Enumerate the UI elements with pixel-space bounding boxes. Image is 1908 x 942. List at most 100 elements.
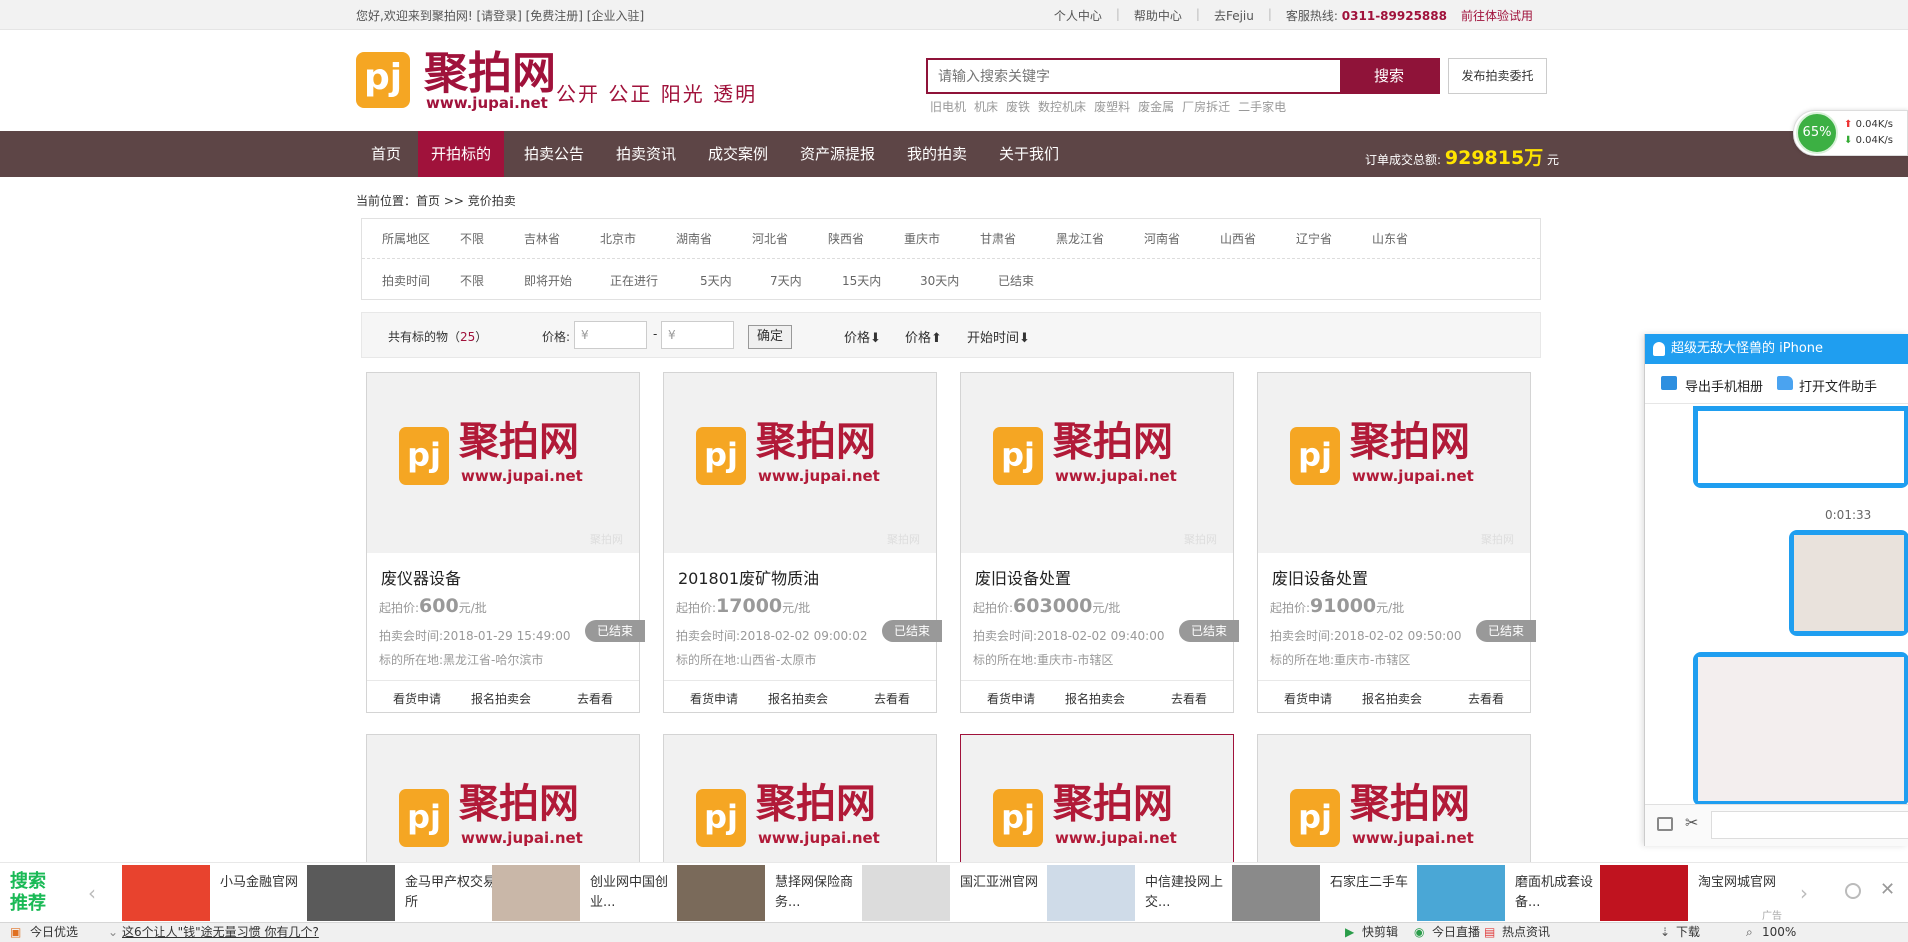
lot-title[interactable]: 废旧设备处置 bbox=[975, 565, 1071, 589]
welcome-text[interactable]: 您好,欢迎来到聚拍网! [请登录] [免费注册] [企业入驻] bbox=[356, 7, 644, 24]
time-option[interactable]: 7天内 bbox=[770, 272, 802, 289]
region-option[interactable]: 不限 bbox=[460, 230, 484, 247]
screenshot-message[interactable] bbox=[1693, 652, 1908, 806]
gear-icon[interactable] bbox=[1845, 883, 1861, 899]
register-auction-link[interactable]: 报名拍卖会 bbox=[1362, 690, 1422, 707]
lot-image[interactable]: pj 聚拍网 www.jupai.net 聚拍网 bbox=[1258, 373, 1530, 553]
region-option[interactable]: 河北省 bbox=[752, 230, 788, 247]
nav-cases[interactable]: 成交案例 bbox=[695, 131, 781, 177]
lot-card[interactable]: pj 聚拍网 www.jupai.net bbox=[366, 734, 640, 915]
logo-name[interactable]: 聚拍网 bbox=[424, 50, 556, 98]
lot-card[interactable]: pj 聚拍网 www.jupai.net bbox=[1257, 734, 1531, 915]
region-option[interactable]: 重庆市 bbox=[904, 230, 940, 247]
register-auction-link[interactable]: 报名拍卖会 bbox=[1065, 690, 1125, 707]
message-input[interactable] bbox=[1711, 811, 1908, 839]
price-max-input[interactable]: ¥ bbox=[661, 321, 734, 349]
chevron-right-icon[interactable]: › bbox=[1800, 881, 1808, 905]
search-input[interactable] bbox=[928, 60, 1338, 92]
go-see-link[interactable]: 去看看 bbox=[874, 690, 910, 707]
lot-card[interactable]: pj 聚拍网 www.jupai.net 聚拍网 201801废矿物质油 起拍价… bbox=[663, 372, 942, 713]
hotword[interactable]: 二手家电 bbox=[1238, 98, 1286, 115]
lot-image[interactable]: pj 聚拍网 www.jupai.net 聚拍网 bbox=[664, 373, 936, 553]
hotword[interactable]: 机床 bbox=[974, 98, 998, 115]
screenshot-message[interactable] bbox=[1789, 530, 1908, 636]
hot-news-button[interactable]: 热点资讯 bbox=[1502, 923, 1550, 942]
region-option[interactable]: 甘肃省 bbox=[980, 230, 1016, 247]
nav-my-auctions[interactable]: 我的拍卖 bbox=[894, 131, 980, 177]
nav-open-lots[interactable]: 开拍标的 bbox=[418, 131, 505, 177]
time-option[interactable]: 不限 bbox=[460, 272, 484, 289]
link-personal-center[interactable]: 个人中心 bbox=[1054, 7, 1102, 24]
lot-card[interactable]: pj 聚拍网 www.jupai.net 聚拍网 废旧设备处置 起拍价:6030… bbox=[960, 372, 1239, 713]
lot-card[interactable]: pj 聚拍网 www.jupai.net bbox=[960, 734, 1234, 915]
region-option[interactable]: 北京市 bbox=[600, 230, 636, 247]
lot-card[interactable]: pj 聚拍网 www.jupai.net 聚拍网 废仪器设备 起拍价:600元/… bbox=[366, 372, 645, 713]
view-goods-link[interactable]: 看货申请 bbox=[1284, 690, 1332, 707]
register-auction-link[interactable]: 报名拍卖会 bbox=[768, 690, 828, 707]
view-goods-link[interactable]: 看货申请 bbox=[987, 690, 1035, 707]
scissors-icon[interactable]: ✂ bbox=[1685, 813, 1698, 832]
nav-home[interactable]: 首页 bbox=[358, 131, 414, 177]
time-option[interactable]: 已结束 bbox=[998, 272, 1034, 289]
region-option[interactable]: 陕西省 bbox=[828, 230, 864, 247]
lot-image[interactable]: pj 聚拍网 www.jupai.net 聚拍网 bbox=[961, 373, 1233, 553]
sort-price-asc[interactable]: 价格⬆ bbox=[905, 327, 942, 346]
link-fejiu[interactable]: 去Fejiu bbox=[1214, 7, 1254, 24]
hotword[interactable]: 数控机床 bbox=[1038, 98, 1086, 115]
go-see-link[interactable]: 去看看 bbox=[1171, 690, 1207, 707]
region-option[interactable]: 辽宁省 bbox=[1296, 230, 1332, 247]
lot-title[interactable]: 201801废矿物质油 bbox=[678, 565, 819, 589]
lot-card[interactable]: pj 聚拍网 www.jupai.net bbox=[663, 734, 937, 915]
sort-price-desc[interactable]: 价格⬇ bbox=[844, 327, 881, 346]
lot-title[interactable]: 废旧设备处置 bbox=[1272, 565, 1368, 589]
link-help-center[interactable]: 帮助中心 bbox=[1134, 7, 1182, 24]
link-trial[interactable]: 前往体验试用 bbox=[1461, 7, 1533, 24]
publish-auction-button[interactable]: 发布拍卖委托 bbox=[1448, 58, 1547, 94]
region-option[interactable]: 吉林省 bbox=[524, 230, 560, 247]
hotword[interactable]: 旧电机 bbox=[930, 98, 966, 115]
confirm-price-button[interactable]: 确定 bbox=[748, 325, 792, 349]
time-option[interactable]: 正在进行 bbox=[610, 272, 658, 289]
lot-card[interactable]: pj 聚拍网 www.jupai.net 聚拍网 废旧设备处置 起拍价:9100… bbox=[1257, 372, 1536, 713]
network-speed-widget[interactable]: 65% ⬆ 0.04K/s ⬇ 0.04K/s bbox=[1793, 110, 1908, 156]
close-icon[interactable]: ✕ bbox=[1880, 879, 1895, 900]
chevron-left-icon[interactable]: ‹ bbox=[88, 881, 96, 905]
view-goods-link[interactable]: 看货申请 bbox=[690, 690, 738, 707]
region-option[interactable]: 山西省 bbox=[1220, 230, 1256, 247]
region-option[interactable]: 河南省 bbox=[1144, 230, 1180, 247]
diagram-image-message[interactable] bbox=[1693, 406, 1908, 488]
logo-mark[interactable]: pj bbox=[356, 52, 410, 108]
download-button[interactable]: 下载 bbox=[1676, 923, 1700, 942]
quick-clip-button[interactable]: 快剪辑 bbox=[1362, 923, 1398, 942]
region-option[interactable]: 湖南省 bbox=[676, 230, 712, 247]
export-album-button[interactable]: 导出手机相册 bbox=[1685, 376, 1763, 395]
go-see-link[interactable]: 去看看 bbox=[1468, 690, 1504, 707]
time-option[interactable]: 15天内 bbox=[842, 272, 881, 289]
today-live-button[interactable]: 今日直播 bbox=[1432, 923, 1480, 942]
nav-auction-news[interactable]: 拍卖资讯 bbox=[603, 131, 689, 177]
hotword[interactable]: 废铁 bbox=[1006, 98, 1030, 115]
price-min-input[interactable]: ¥ bbox=[574, 321, 647, 349]
nav-asset-submit[interactable]: 资产源提报 bbox=[787, 131, 888, 177]
nav-about[interactable]: 关于我们 bbox=[986, 131, 1072, 177]
view-goods-link[interactable]: 看货申请 bbox=[393, 690, 441, 707]
register-auction-link[interactable]: 报名拍卖会 bbox=[471, 690, 531, 707]
region-option[interactable]: 山东省 bbox=[1372, 230, 1408, 247]
hotword[interactable]: 废塑料 bbox=[1094, 98, 1130, 115]
folder-icon[interactable] bbox=[1657, 817, 1673, 831]
nav-auction-notices[interactable]: 拍卖公告 bbox=[511, 131, 597, 177]
go-see-link[interactable]: 去看看 bbox=[577, 690, 613, 707]
hotword[interactable]: 厂房拆迁 bbox=[1182, 98, 1230, 115]
today-picks[interactable]: 今日优选 bbox=[30, 923, 78, 942]
hotword[interactable]: 废金属 bbox=[1138, 98, 1174, 115]
search-button[interactable]: 搜索 bbox=[1340, 60, 1438, 92]
lot-image[interactable]: pj 聚拍网 www.jupai.net 聚拍网 bbox=[367, 373, 639, 553]
time-option[interactable]: 即将开始 bbox=[524, 272, 572, 289]
time-option[interactable]: 5天内 bbox=[700, 272, 732, 289]
open-file-assistant-button[interactable]: 打开文件助手 bbox=[1799, 376, 1877, 395]
time-option[interactable]: 30天内 bbox=[920, 272, 959, 289]
region-option[interactable]: 黑龙江省 bbox=[1056, 230, 1104, 247]
lot-title[interactable]: 废仪器设备 bbox=[381, 565, 461, 589]
sort-start-time[interactable]: 开始时间⬇ bbox=[967, 327, 1030, 346]
news-ticker-link[interactable]: 这6个让人"钱"途无量习惯 你有几个? bbox=[122, 923, 319, 942]
